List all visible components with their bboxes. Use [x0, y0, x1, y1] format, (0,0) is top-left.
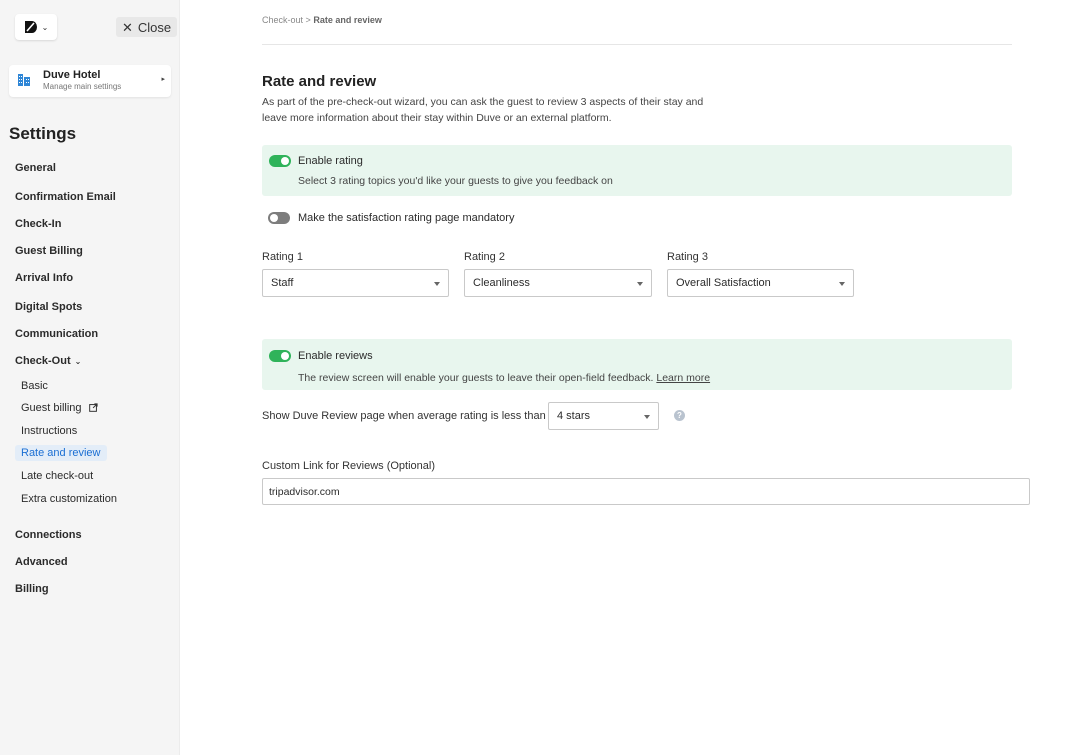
sidebar-subitem-instructions[interactable]: Instructions	[15, 423, 83, 439]
sidebar-subitem-rate-and-review[interactable]: Rate and review	[15, 445, 107, 461]
toggle-knob	[281, 157, 289, 165]
rating-3-value: Overall Satisfaction	[676, 277, 771, 289]
enable-rating-label: Enable rating	[298, 155, 363, 167]
sidebar-item-communication[interactable]: Communication	[15, 328, 98, 340]
close-button[interactable]: ✕ Close	[116, 17, 178, 37]
external-link-icon	[88, 403, 98, 412]
sidebar-item-digital-spots[interactable]: Digital Spots	[15, 301, 82, 313]
rating-panel-subtext: Select 3 rating topics you'd like your g…	[298, 175, 613, 187]
divider	[262, 44, 1012, 45]
chevron-right-icon: ▸	[161, 76, 165, 83]
caret-down-icon	[637, 282, 643, 286]
sidebar-item-advanced[interactable]: Advanced	[15, 556, 68, 568]
caret-down-icon	[434, 282, 440, 286]
breadcrumb: Check-out > Rate and review	[262, 15, 382, 25]
page-description: As part of the pre-check-out wizard, you…	[262, 96, 704, 124]
close-icon: ✕	[122, 19, 133, 35]
chevron-down-icon: ⌄	[74, 357, 82, 366]
hotel-subtitle: Manage main settings	[43, 82, 122, 91]
sidebar-item-guest-billing[interactable]: Guest Billing	[15, 245, 83, 257]
rating-1-value: Staff	[271, 277, 294, 289]
rating-3-label: Rating 3	[667, 251, 708, 263]
custom-link-label: Custom Link for Reviews (Optional)	[262, 460, 436, 472]
toggle-knob	[281, 352, 289, 360]
caret-down-icon	[644, 415, 650, 419]
sidebar-item-billing[interactable]: Billing	[15, 583, 49, 595]
reviews-panel-subtext: The review screen will enable your guest…	[298, 372, 710, 384]
sidebar-subitem-late-check-out[interactable]: Late check-out	[15, 468, 99, 484]
rating-2-label: Rating 2	[464, 251, 505, 263]
enable-rating-toggle[interactable]	[269, 155, 291, 167]
rating-panel	[262, 145, 1012, 196]
threshold-select[interactable]: 4 stars	[548, 402, 659, 430]
page-title: Rate and review	[262, 73, 377, 90]
threshold-value: 4 stars	[557, 410, 591, 422]
sidebar-item-general[interactable]: General	[15, 162, 56, 174]
sidebar-item-connections[interactable]: Connections	[15, 529, 82, 541]
custom-link-input[interactable]	[262, 478, 1030, 505]
sidebar-item-check-in[interactable]: Check-In	[15, 218, 61, 230]
sidebar-subitem-guest-billing[interactable]: Guest billing	[15, 400, 104, 416]
enable-reviews-toggle[interactable]	[269, 350, 291, 362]
sidebar-subitem-guest-billing-label: Guest billing	[21, 402, 82, 414]
sidebar-item-check-out-label: Check-Out	[15, 355, 71, 367]
rating-2-value: Cleanliness	[473, 277, 530, 289]
rating-3-select[interactable]: Overall Satisfaction	[667, 269, 854, 297]
sidebar-item-check-out[interactable]: Check-Out ⌄	[15, 355, 81, 367]
settings-title: Settings	[9, 124, 77, 143]
toggle-knob	[270, 214, 278, 222]
building-icon	[18, 74, 30, 86]
threshold-label: Show Duve Review page when average ratin…	[262, 410, 546, 422]
rating-1-label: Rating 1	[262, 251, 303, 263]
help-icon[interactable]: ?	[674, 410, 685, 421]
close-label: Close	[137, 19, 172, 35]
rating-1-select[interactable]: Staff	[262, 269, 449, 297]
breadcrumb-separator: >	[305, 15, 311, 25]
mandatory-rating-label: Make the satisfaction rating page mandat…	[298, 212, 515, 224]
sidebar-item-confirmation-email[interactable]: Confirmation Email	[15, 191, 116, 203]
sidebar-subitem-extra-customization[interactable]: Extra customization	[15, 491, 123, 507]
sidebar-item-arrival-info[interactable]: Arrival Info	[15, 272, 73, 284]
reviews-panel-subtext-text: The review screen will enable your guest…	[298, 372, 654, 384]
enable-reviews-label: Enable reviews	[298, 350, 373, 362]
rating-2-select[interactable]: Cleanliness	[464, 269, 652, 297]
mandatory-rating-toggle[interactable]	[268, 212, 290, 224]
sidebar: ⌄ ✕ Close Duve Hotel Manage main setting…	[0, 0, 180, 755]
workspace-switcher-button[interactable]: ⌄	[15, 14, 57, 40]
sidebar-subitem-basic[interactable]: Basic	[15, 378, 54, 394]
caret-down-icon	[839, 282, 845, 286]
hotel-name: Duve Hotel	[43, 69, 101, 81]
breadcrumb-parent[interactable]: Check-out	[262, 15, 303, 25]
chevron-down-icon: ⌄	[41, 22, 49, 32]
breadcrumb-current: Rate and review	[313, 15, 382, 25]
duve-logo-icon	[24, 21, 37, 33]
hotel-selector[interactable]: Duve Hotel Manage main settings ▸	[9, 65, 171, 97]
learn-more-link[interactable]: Learn more	[656, 372, 710, 384]
